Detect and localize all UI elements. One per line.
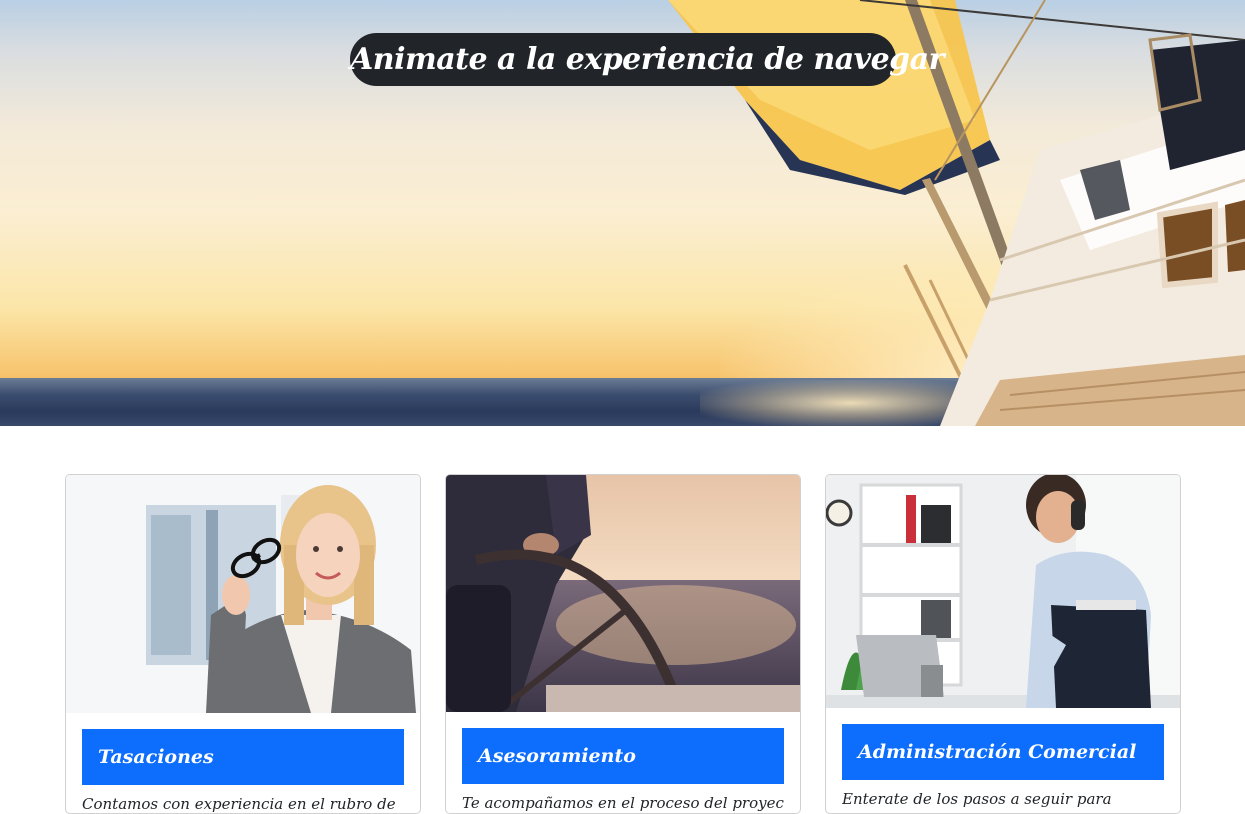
card-text-tasaciones: Contamos con experiencia en el rubro de (82, 795, 396, 813)
hero-banner: Animate a la experiencia de navegar (0, 0, 1245, 426)
steering-wheel-photo (446, 475, 800, 712)
service-card-administracion: Administración Comercial Enterate de los… (825, 474, 1181, 814)
businesswoman-glasses-photo (66, 475, 420, 713)
card-title-asesoramiento[interactable]: Asesoramiento (462, 728, 784, 784)
card-title-administracion[interactable]: Administración Comercial (842, 724, 1164, 780)
service-card-tasaciones: Tasaciones Contamos con experiencia en e… (65, 474, 421, 814)
card-text-asesoramiento: Te acompañamos en el proceso del proyect… (462, 794, 784, 812)
hero-title: Animate a la experiencia de navegar (350, 33, 944, 86)
card-text-administracion: Enterate de los pasos a seguir para (842, 790, 1112, 808)
card-title-tasaciones[interactable]: Tasaciones (82, 729, 404, 785)
office-woman-phone-photo (826, 475, 1180, 708)
service-card-asesoramiento: Asesoramiento Te acompañamos en el proce… (445, 474, 801, 814)
